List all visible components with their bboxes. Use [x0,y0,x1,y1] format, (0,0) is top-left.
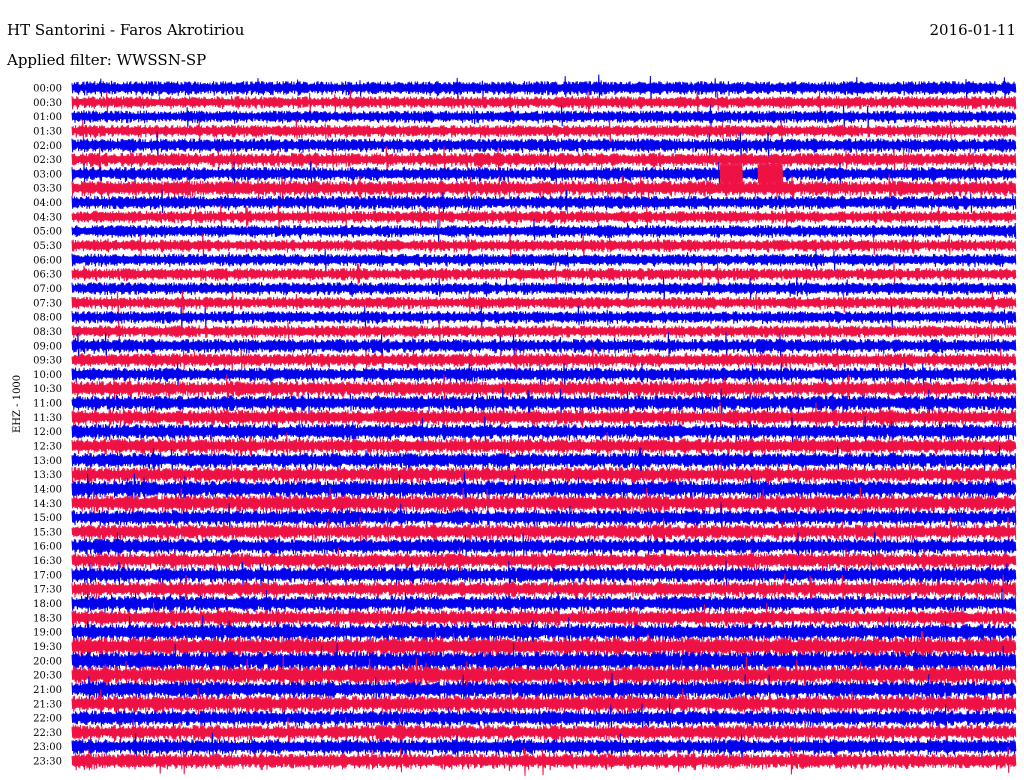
row-time-label: 06:00 [33,255,62,266]
row-time-label: 12:30 [33,442,62,453]
helicorder-plot: 00:00 00:30 01:00 01:30 02:00 02:30 03:00 03:30… [33,74,1017,776]
row-label-group: 00:00 00:30 01:00 01:30 02:00 02:30 03:00 03:30… [33,84,62,768]
trace-row-00:30 [71,90,1017,116]
row-time-label: 03:00 [33,169,62,180]
row-time-label: 21:30 [33,699,62,710]
row-time-label: 16:00 [33,542,62,553]
row-time-label: 15:30 [33,527,62,538]
row-time-label: 02:00 [33,141,62,152]
row-time-label: 03:30 [33,184,62,195]
row-time-label: 08:00 [33,313,62,324]
row-time-label: 19:30 [33,642,62,653]
row-time-label: 07:30 [33,298,62,309]
seismic-event-1 [757,160,784,187]
row-time-label: 21:00 [33,685,62,696]
row-time-label: 10:00 [33,370,62,381]
seismic-event-0 [719,161,743,187]
row-time-label: 17:00 [33,570,62,581]
trace-row-00:00 [71,74,1017,101]
row-time-label: 11:00 [33,399,62,410]
trace-group [71,74,1017,776]
row-time-label: 16:30 [33,556,62,567]
row-time-label: 18:30 [33,613,62,624]
row-time-label: 07:00 [33,284,62,295]
row-time-label: 08:30 [33,327,62,338]
row-time-label: 18:00 [33,599,62,610]
row-time-label: 14:00 [33,484,62,495]
row-time-label: 15:00 [33,513,62,524]
row-time-label: 19:00 [33,628,62,639]
row-time-label: 23:00 [33,742,62,753]
row-time-label: 20:00 [33,656,62,667]
row-time-label: 00:00 [33,84,62,95]
trace-row-01:30 [71,119,1017,144]
row-time-label: 23:30 [33,757,62,768]
row-time-label: 05:00 [33,227,62,238]
row-time-label: 22:00 [33,714,62,725]
row-time-label: 04:30 [33,212,62,223]
row-time-label: 09:30 [33,356,62,367]
row-time-label: 13:00 [33,456,62,467]
row-time-label: 05:30 [33,241,62,252]
row-time-label: 10:30 [33,384,62,395]
row-time-label: 02:30 [33,155,62,166]
row-time-label: 22:30 [33,728,62,739]
row-time-label: 01:30 [33,126,62,137]
row-time-label: 09:00 [33,341,62,352]
row-time-label: 14:30 [33,499,62,510]
row-time-label: 06:30 [33,270,62,281]
row-time-label: 04:00 [33,198,62,209]
row-time-label: 17:30 [33,585,62,596]
row-time-label: 13:30 [33,470,62,481]
row-time-label: 12:00 [33,427,62,438]
row-time-label: 20:30 [33,671,62,682]
row-time-label: 01:00 [33,112,62,123]
row-time-label: 11:30 [33,413,62,424]
row-time-label: 00:30 [33,98,62,109]
trace-row-07:30 [71,290,1017,315]
